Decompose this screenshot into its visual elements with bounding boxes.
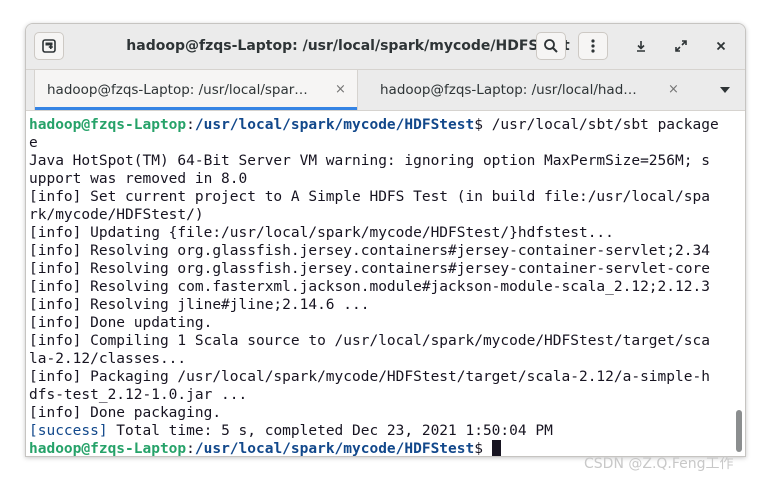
menu-button[interactable] <box>578 32 608 60</box>
tab-hadoop[interactable]: hadoop@fzqs-Laptop: /usr/local/had… × <box>368 70 690 110</box>
kebab-menu-icon <box>591 39 595 53</box>
maximize-icon <box>675 40 687 52</box>
active-tab-indicator <box>35 107 357 110</box>
chevron-down-icon <box>720 87 730 93</box>
prompt-path: /usr/local/spark/mycode/HDFStest <box>194 441 475 457</box>
minimize-button[interactable] <box>626 32 656 60</box>
output-line: Java HotSpot(TM) 64-Bit Server VM warnin… <box>29 153 710 169</box>
prompt-user: hadoop@fzqs-Laptop <box>29 441 187 457</box>
maximize-button[interactable] <box>666 32 696 60</box>
output-line: [info] Resolving org.glassfish.jersey.co… <box>29 261 710 277</box>
output-line: [info] Compiling 1 Scala source to /usr/… <box>29 333 710 349</box>
new-tab-button[interactable] <box>34 32 64 60</box>
prompt-user: hadoop@fzqs-Laptop <box>29 117 187 133</box>
tab-close-button[interactable]: × <box>335 70 346 110</box>
minimize-icon <box>637 41 645 52</box>
scrollbar-thumb[interactable] <box>736 410 742 452</box>
output-line: [info] Done updating. <box>29 315 213 331</box>
command-wrap: e <box>29 135 38 151</box>
scrollbar[interactable] <box>736 112 742 452</box>
new-tab-icon <box>42 39 56 53</box>
output-line: la-2.12/classes... <box>29 351 187 367</box>
tab-spark[interactable]: hadoop@fzqs-Laptop: /usr/local/spar… × <box>34 70 358 110</box>
title-bar: hadoop@fzqs-Laptop: /usr/local/spark/myc… <box>26 24 745 70</box>
tab-list-button[interactable] <box>710 70 740 110</box>
output-line: upport was removed in 8.0 <box>29 171 248 187</box>
terminal-output[interactable]: hadoop@fzqs-Laptop:/usr/local/spark/myco… <box>26 111 745 456</box>
watermark: CSDN @Z.Q.Feng工作 <box>584 456 734 472</box>
prompt-line: hadoop@fzqs-Laptop:/usr/local/spark/myco… <box>29 116 719 134</box>
prompt-symbol: $ <box>474 441 492 457</box>
tab-bar: hadoop@fzqs-Laptop: /usr/local/spar… × h… <box>26 70 745 111</box>
output-line: [info] Updating {file:/usr/local/spark/m… <box>29 225 614 241</box>
output-line: [info] Resolving com.fasterxml.jackson.m… <box>29 279 710 295</box>
close-icon <box>716 41 726 51</box>
output-line: [info] Done packaging. <box>29 405 222 421</box>
tab-close-button[interactable]: × <box>668 70 679 110</box>
output-line: [info] Packaging /usr/local/spark/mycode… <box>29 369 710 385</box>
success-tag: [success] <box>29 423 108 439</box>
success-line: [success] Total time: 5 s, completed Dec… <box>29 422 553 440</box>
prompt-symbol: $ <box>474 117 492 133</box>
window-title: hadoop@fzqs-Laptop: /usr/local/spark/myc… <box>126 38 570 54</box>
close-window-button[interactable] <box>706 32 736 60</box>
command-text: /usr/local/sbt/sbt package <box>491 117 719 133</box>
output-line: [info] Resolving org.glassfish.jersey.co… <box>29 243 710 259</box>
tab-label: hadoop@fzqs-Laptop: /usr/local/had… <box>380 82 637 98</box>
success-text: Total time: 5 s, completed Dec 23, 2021 … <box>107 423 553 439</box>
tab-label: hadoop@fzqs-Laptop: /usr/local/spar… <box>47 82 308 98</box>
text-cursor <box>491 440 501 456</box>
output-line: dfs-test_2.12-1.0.jar ... <box>29 387 248 403</box>
search-icon <box>544 39 558 53</box>
output-line: [info] Resolving jline#jline;2.14.6 ... <box>29 297 370 313</box>
prompt-line: hadoop@fzqs-Laptop:/usr/local/spark/myco… <box>29 440 501 457</box>
output-line: rk/mycode/HDFStest/) <box>29 207 204 223</box>
terminal-window: hadoop@fzqs-Laptop: /usr/local/spark/myc… <box>25 23 746 457</box>
output-line: [info] Set current project to A Simple H… <box>29 189 710 205</box>
prompt-path: /usr/local/spark/mycode/HDFStest <box>194 117 475 133</box>
search-button[interactable] <box>536 32 566 60</box>
prompt-separator: : <box>186 117 195 133</box>
prompt-separator: : <box>186 441 195 457</box>
